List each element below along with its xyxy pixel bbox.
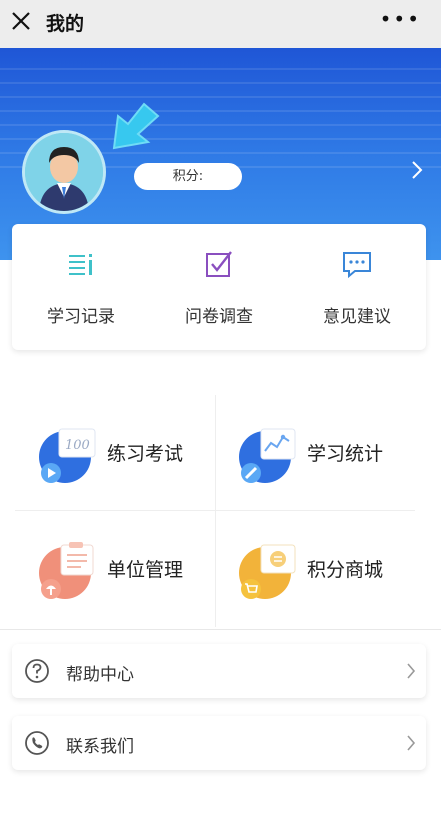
page-title: 我的 [46,13,85,35]
chevron-right-icon [407,735,416,751]
points-label: 积分: [134,163,242,190]
grid-divider-vertical [215,395,216,627]
avatar[interactable] [22,130,106,214]
quick-actions-card: 学习记录 问卷调查 意见建议 [12,224,426,350]
phone-icon [25,731,49,755]
survey-button[interactable]: 问卷调查 [164,248,274,327]
study-record-button[interactable]: 学习记录 [26,248,136,327]
grid-divider-horizontal [15,510,415,511]
practice-exam-button[interactable]: 100 练习考试 [15,395,215,511]
contact-us-item[interactable]: 联系我们 [12,716,426,770]
unit-management-label: 单位管理 [107,559,184,581]
practice-exam-icon: 100 [39,428,96,483]
help-center-label: 帮助中心 [66,665,134,685]
list-icon [69,254,92,275]
checkbox-icon [206,251,232,277]
points-mall-label: 积分商城 [307,559,384,581]
chevron-right-icon [407,663,416,679]
top-bar: 我的 ••• [0,0,441,48]
more-icon[interactable]: ••• [380,9,421,29]
contact-us-label: 联系我们 [66,737,134,757]
study-stats-label: 学习统计 [307,443,384,465]
close-icon[interactable] [10,10,32,32]
survey-label: 问卷调查 [185,307,253,327]
feedback-label: 意见建议 [323,307,391,327]
feedback-button[interactable]: 意见建议 [302,248,412,327]
unit-management-icon [39,542,94,599]
svg-text:100: 100 [65,438,90,453]
arrow-decoration-icon [112,102,160,150]
section-divider [0,629,441,630]
study-stats-button[interactable]: 学习统计 [215,395,415,511]
chat-bubble-icon [343,252,371,279]
study-stats-icon [239,428,296,483]
points-mall-icon [239,544,296,599]
chevron-right-icon[interactable] [411,160,423,180]
help-center-item[interactable]: 帮助中心 [12,644,426,698]
practice-exam-label: 练习考试 [107,443,184,465]
study-record-label: 学习记录 [47,307,115,327]
unit-management-button[interactable]: 单位管理 [15,511,215,627]
points-mall-button[interactable]: 积分商城 [215,511,415,627]
help-icon [25,659,49,683]
